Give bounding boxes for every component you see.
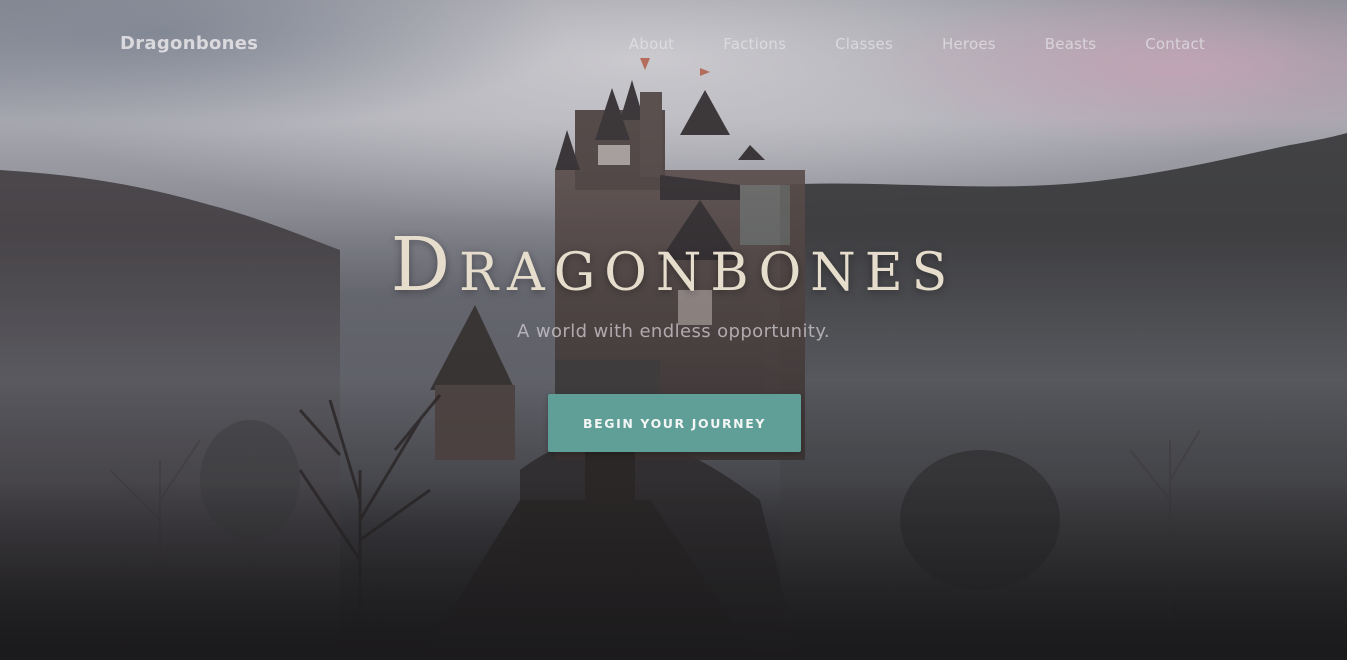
begin-journey-button[interactable]: Begin your journey bbox=[548, 394, 801, 452]
hero-section: Dragonbones About Factions Classes Heroe… bbox=[0, 0, 1347, 660]
hero-subtitle: A world with endless opportunity. bbox=[517, 321, 830, 342]
hero-title: Dragonbones bbox=[390, 222, 957, 308]
hero-content: Dragonbones A world with endless opportu… bbox=[0, 0, 1347, 660]
